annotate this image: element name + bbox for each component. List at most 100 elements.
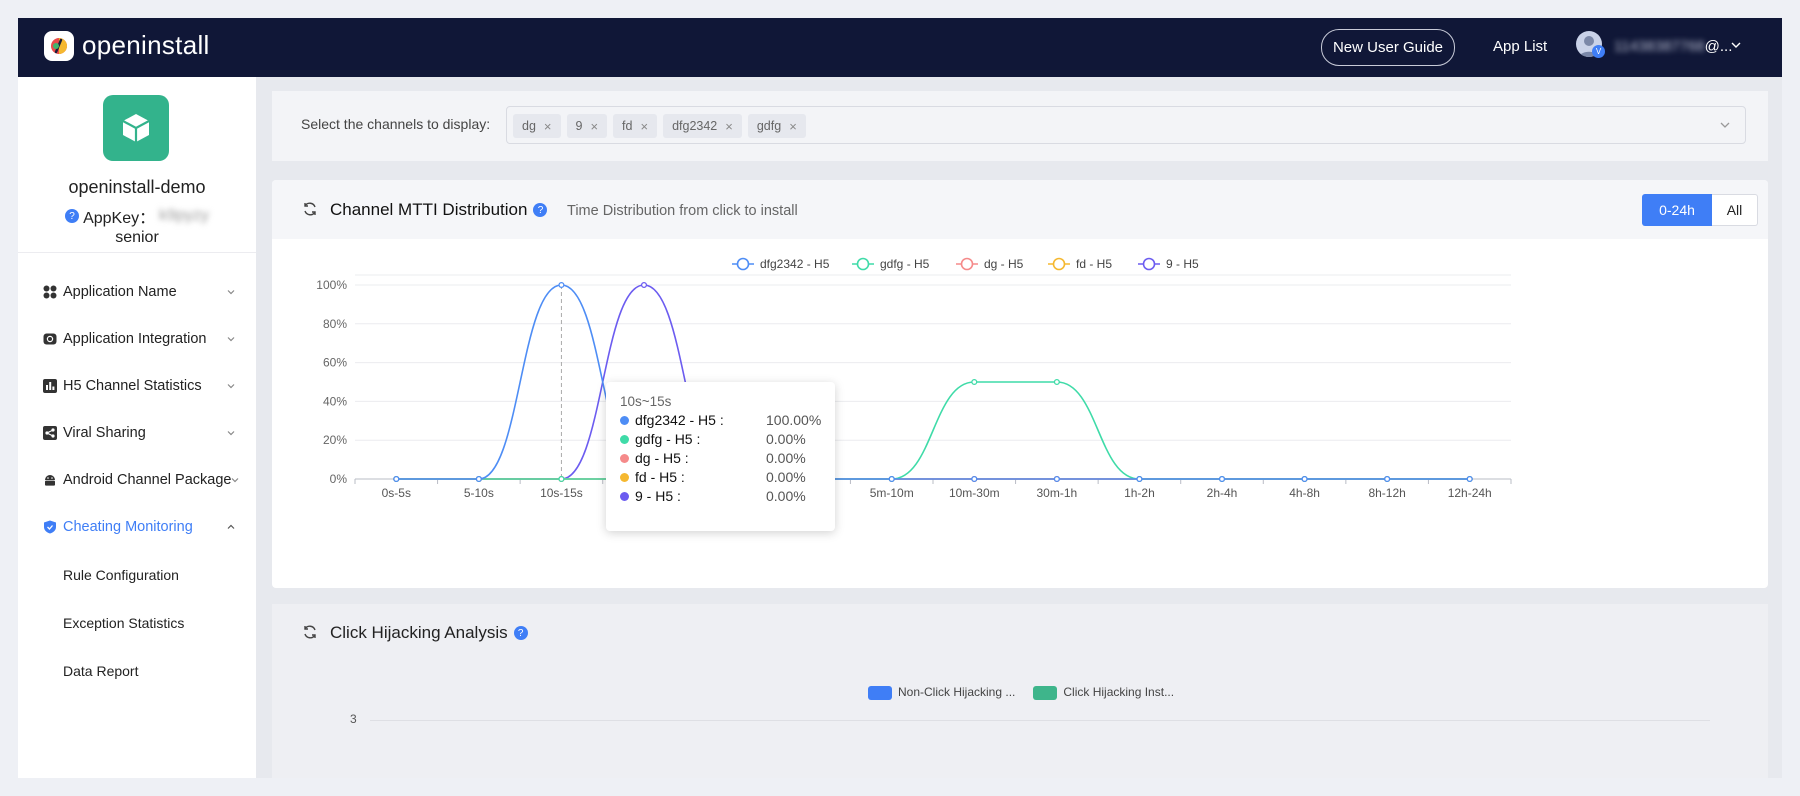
chevron-down-icon[interactable] xyxy=(1730,38,1742,56)
chevron-up-icon xyxy=(227,524,235,529)
app-name: openinstall-demo xyxy=(68,177,206,197)
y-tick-label: 3 xyxy=(350,712,357,726)
tooltip-row: dg - H5 :0.00% xyxy=(620,450,825,466)
legend-label: dfg2342 - H5 xyxy=(760,257,830,271)
app-info-card: openinstall-demo ? AppKey： k9pyzy senior xyxy=(18,77,256,253)
series-dot xyxy=(620,472,629,482)
y-tick-label: 20% xyxy=(323,433,347,447)
y-tick-label: 0% xyxy=(330,472,348,486)
sidebar-item-viral-sharing[interactable]: Viral Sharing xyxy=(18,415,256,451)
legend-marker xyxy=(1052,257,1066,271)
close-icon[interactable]: × xyxy=(789,119,797,134)
tooltip-row: dfg2342 - H5 :100.00% xyxy=(620,412,825,428)
help-icon[interactable]: ? xyxy=(533,203,548,217)
mtti-distribution-card: Channel MTTI Distribution ? Time Distrib… xyxy=(272,180,1768,588)
y-tick-label: 80% xyxy=(323,317,347,331)
close-icon[interactable]: × xyxy=(590,119,598,134)
channel-tags: dg × 9 × fd × dfg2342 × gdfg × xyxy=(513,114,806,138)
sidebar-subitem-data-report[interactable]: Data Report xyxy=(63,663,138,679)
mtti-title: Channel MTTI Distribution ? xyxy=(330,200,548,220)
data-point xyxy=(475,475,482,483)
legend-label: dg - H5 xyxy=(984,257,1024,271)
close-icon[interactable]: × xyxy=(640,119,648,134)
app-list-link[interactable]: App List xyxy=(1493,38,1547,55)
sidebar-item-h5-channel-statistics[interactable]: H5 Channel Statistics xyxy=(18,368,256,404)
legend-marker xyxy=(1142,257,1156,271)
data-point xyxy=(888,475,895,483)
sidebar-item-application-integration[interactable]: Application Integration xyxy=(18,321,256,357)
channel-filter-label: Select the channels to display: xyxy=(301,116,491,132)
channel-tag: fd × xyxy=(613,114,658,138)
series-dot xyxy=(620,415,629,425)
brand-name: openinstall xyxy=(82,30,210,60)
click-hijacking-card: Click Hijacking Analysis ? Non-Click Hij… xyxy=(272,604,1768,778)
help-icon[interactable]: ? xyxy=(513,626,528,640)
top-navbar: openinstall New User Guide App List V 11… xyxy=(18,18,1782,77)
x-tick-label: 1h-2h xyxy=(1124,486,1155,500)
tooltip-row: gdfg - H5 :0.00% xyxy=(620,431,825,447)
sidebar-item-android-channel-package[interactable]: Android Channel Package xyxy=(18,462,256,498)
logo-icon xyxy=(44,30,74,61)
y-tick-label: 40% xyxy=(323,394,347,408)
x-tick-label: 4h-8h xyxy=(1289,486,1320,500)
legend-label: 9 - H5 xyxy=(1166,257,1199,271)
click-hijacking-legend: Non-Click Hijacking ... Click Hijacking … xyxy=(868,685,1174,700)
channel-tag: 9 × xyxy=(566,114,608,138)
account-name[interactable]: 11438387768@... xyxy=(1614,38,1732,55)
x-tick-label: 5-10s xyxy=(464,486,494,500)
x-tick-label: 10s-15s xyxy=(540,486,583,500)
chevron-down-icon xyxy=(231,478,239,483)
data-point xyxy=(1053,475,1060,483)
legend-label: gdfg - H5 xyxy=(880,257,930,271)
legend-item-click-hijacking[interactable]: Click Hijacking Inst... xyxy=(1033,685,1174,700)
tooltip-row: fd - H5 :0.00% xyxy=(620,469,825,485)
legend-marker xyxy=(856,257,870,271)
channel-tag: gdfg × xyxy=(747,114,806,138)
data-point xyxy=(558,475,565,483)
series-line xyxy=(396,284,1470,480)
data-point xyxy=(971,475,978,483)
chevron-down-icon xyxy=(227,290,235,295)
shield-icon xyxy=(44,520,56,534)
series-line xyxy=(396,381,1470,480)
legend-label: fd - H5 xyxy=(1076,257,1112,271)
chevron-down-icon[interactable] xyxy=(1719,119,1731,131)
channel-tag: dg × xyxy=(513,114,561,138)
range-0-24h-button[interactable]: 0-24h xyxy=(1642,194,1712,226)
grid-line xyxy=(370,720,1710,721)
x-tick-label: 10m-30m xyxy=(949,486,1000,500)
data-point xyxy=(1136,475,1143,483)
sidebar-subitem-exception-statistics[interactable]: Exception Statistics xyxy=(63,615,184,631)
legend-marker xyxy=(960,257,974,271)
y-tick-label: 60% xyxy=(323,356,347,370)
refresh-icon[interactable] xyxy=(302,201,318,217)
data-point xyxy=(971,378,978,386)
sidebar-subitem-rule-configuration[interactable]: Rule Configuration xyxy=(63,567,179,583)
close-icon[interactable]: × xyxy=(725,119,733,134)
data-point xyxy=(558,281,565,289)
channel-filter-card: Select the channels to display: dg × 9 × fd ×… xyxy=(272,91,1768,161)
data-point xyxy=(1218,475,1226,483)
legend-swatch xyxy=(1033,685,1058,700)
legend-item-non-click-hijacking[interactable]: Non-Click Hijacking ... xyxy=(868,685,1015,700)
channel-multiselect[interactable]: dg × 9 × fd × dfg2342 × gdfg × xyxy=(506,106,1746,144)
click-hijacking-title: Click Hijacking Analysis ? xyxy=(330,623,528,643)
series-dot xyxy=(620,434,629,444)
data-point xyxy=(640,281,648,289)
logo[interactable]: openinstall xyxy=(44,30,210,61)
data-point xyxy=(1301,475,1308,483)
bar-chart-icon xyxy=(43,379,57,393)
mtti-subtitle: Time Distribution from click to install xyxy=(567,203,798,219)
help-icon[interactable]: ? xyxy=(65,209,80,223)
refresh-icon[interactable] xyxy=(302,624,318,640)
chart-tooltip: 10s~15s dfg2342 - H5 :100.00% gdfg - H5 :… xyxy=(606,382,835,531)
data-point xyxy=(1466,475,1473,483)
sidebar-item-application-name[interactable]: Application Name xyxy=(18,274,256,310)
sidebar-item-cheating-monitoring[interactable]: Cheating Monitoring xyxy=(18,509,256,545)
close-icon[interactable]: × xyxy=(544,119,552,134)
new-user-guide-button[interactable]: New User Guide xyxy=(1321,29,1455,66)
range-all-button[interactable]: All xyxy=(1712,194,1758,226)
series-dot xyxy=(620,453,629,463)
tooltip-title: 10s~15s xyxy=(620,394,672,409)
chevron-down-icon xyxy=(227,431,235,436)
